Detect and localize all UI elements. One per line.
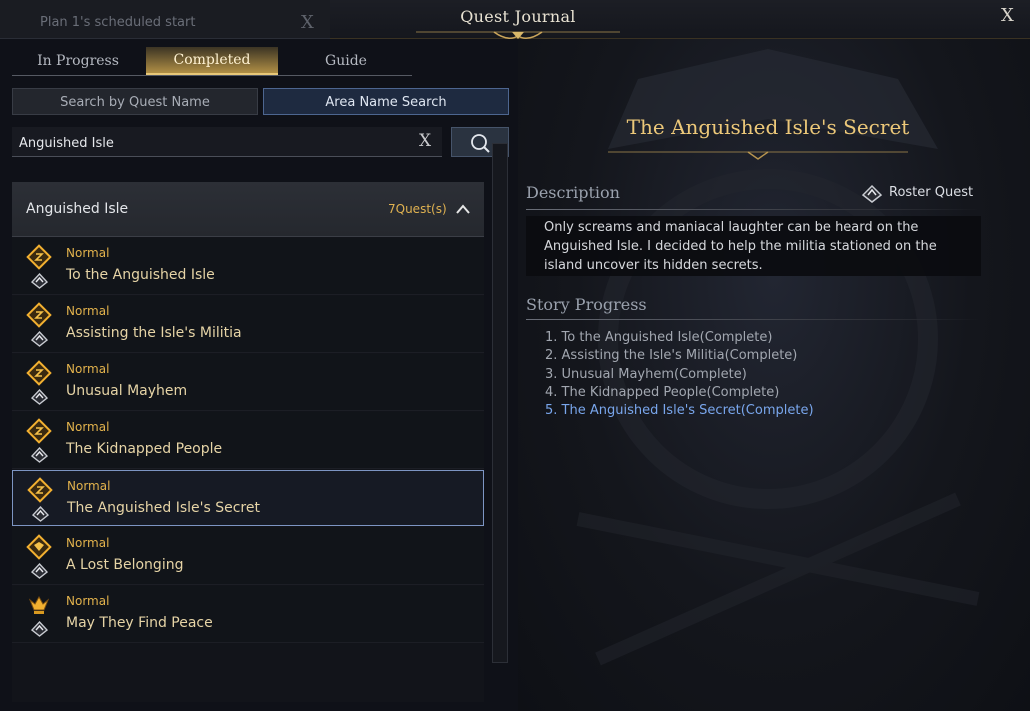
roster-quest-icon (31, 505, 50, 522)
roster-quest-icon (30, 562, 49, 579)
description-text: Only screams and maniacal laughter can b… (544, 220, 937, 273)
roster-quest-icon (30, 620, 49, 637)
window-title: Quest Journal (460, 7, 576, 26)
quest-crown-icon (28, 595, 50, 614)
search-input[interactable] (17, 131, 411, 155)
search-mode-toggle: Search by Quest Name Area Name Search (12, 88, 509, 115)
clear-search-icon[interactable]: X (419, 131, 431, 151)
quest-list-panel: In Progress Completed Guide Search by Qu… (0, 39, 518, 711)
collapse-caret-icon[interactable] (456, 204, 470, 214)
search-by-quest-name-button[interactable]: Search by Quest Name (12, 88, 258, 115)
area-quest-count: 7Quest(s) (388, 202, 447, 216)
quest-item[interactable]: Normal May They Find Peace (12, 586, 484, 643)
quest-name: May They Find Peace (66, 615, 213, 631)
journal-tabs: In Progress Completed Guide (12, 47, 412, 76)
quest-title: The Anguished Isle's Secret (626, 115, 910, 139)
search-row: X (12, 127, 509, 157)
quest-category: Normal (66, 594, 110, 608)
roster-quest-label: Roster Quest (889, 185, 974, 200)
notification-close-icon[interactable]: X (301, 12, 314, 33)
search-field: X (12, 127, 442, 157)
quest-category: Normal (66, 246, 110, 260)
roster-quest-badge: Roster Quest (861, 184, 986, 204)
quest-item[interactable]: Normal The Kidnapped People (12, 412, 484, 469)
quest-emblem-icon (26, 418, 52, 444)
title-divider-ornament (608, 151, 908, 160)
quest-category: Normal (67, 479, 111, 493)
quest-emblem-icon (26, 360, 52, 386)
quest-journal-app: Plan 1's scheduled start X Quest Journal… (0, 0, 1030, 711)
quest-item[interactable]: Normal To the Anguished Isle (12, 238, 484, 295)
description-box: Only screams and maniacal laughter can b… (526, 216, 981, 276)
description-divider (526, 209, 981, 210)
window-header: Quest Journal (330, 0, 1030, 40)
quest-list: Anguished Isle 7Quest(s) Normal To the A… (12, 182, 484, 702)
background-notification: Plan 1's scheduled start X (0, 0, 330, 39)
roster-quest-icon (30, 272, 49, 289)
area-group-header[interactable]: Anguished Isle 7Quest(s) (12, 182, 484, 237)
story-step-current: 5. The Anguished Isle's Secret(Complete) (545, 403, 814, 419)
area-name-search-button[interactable]: Area Name Search (263, 88, 509, 115)
quest-name: Assisting the Isle's Militia (66, 325, 242, 341)
roster-quest-icon (861, 184, 883, 203)
story-progress-list: 1. To the Anguished Isle(Complete) 2. As… (545, 329, 814, 420)
story-step: 2. Assisting the Isle's Militia(Complete… (545, 348, 798, 364)
roster-quest-icon (30, 330, 49, 347)
tab-completed[interactable]: Completed (146, 47, 278, 75)
story-step: 4. The Kidnapped People(Complete) (545, 384, 780, 400)
roster-quest-icon (30, 446, 49, 463)
quest-item[interactable]: Normal Assisting the Isle's Militia (12, 296, 484, 353)
roster-quest-icon (30, 388, 49, 405)
notification-text: Plan 1's scheduled start (40, 15, 196, 30)
story-step: 1. To the Anguished Isle(Complete) (545, 330, 773, 345)
quest-category: Normal (66, 536, 110, 550)
story-progress-divider (526, 319, 981, 320)
quest-name: The Anguished Isle's Secret (67, 500, 260, 516)
tab-guide[interactable]: Guide (280, 47, 412, 75)
story-progress-heading: Story Progress (526, 295, 647, 314)
quest-emblem-icon (26, 302, 52, 328)
quest-category: Normal (66, 362, 110, 376)
quest-emblem-icon (26, 244, 52, 270)
tab-in-progress[interactable]: In Progress (12, 47, 144, 75)
quest-name: Unusual Mayhem (66, 383, 188, 399)
quest-item-selected[interactable]: Normal The Anguished Isle's Secret (12, 470, 484, 526)
quest-list-scrollbar[interactable] (492, 143, 508, 663)
quest-category: Normal (66, 304, 110, 318)
quest-item[interactable]: Normal Unusual Mayhem (12, 354, 484, 411)
story-step: 3. Unusual Mayhem(Complete) (545, 366, 747, 382)
quest-name: To the Anguished Isle (66, 267, 215, 283)
window-close-icon[interactable]: X (1001, 5, 1014, 26)
quest-name: The Kidnapped People (66, 441, 223, 457)
quest-diamond-icon (26, 534, 52, 560)
quest-name: A Lost Belonging (66, 557, 184, 573)
quest-category: Normal (66, 420, 110, 434)
description-heading: Description (526, 183, 620, 202)
quest-emblem-icon (27, 477, 53, 503)
area-group-name: Anguished Isle (26, 201, 129, 217)
quest-item[interactable]: Normal A Lost Belonging (12, 528, 484, 585)
quest-detail-panel: The Anguished Isle's Secret Description … (518, 39, 1030, 711)
